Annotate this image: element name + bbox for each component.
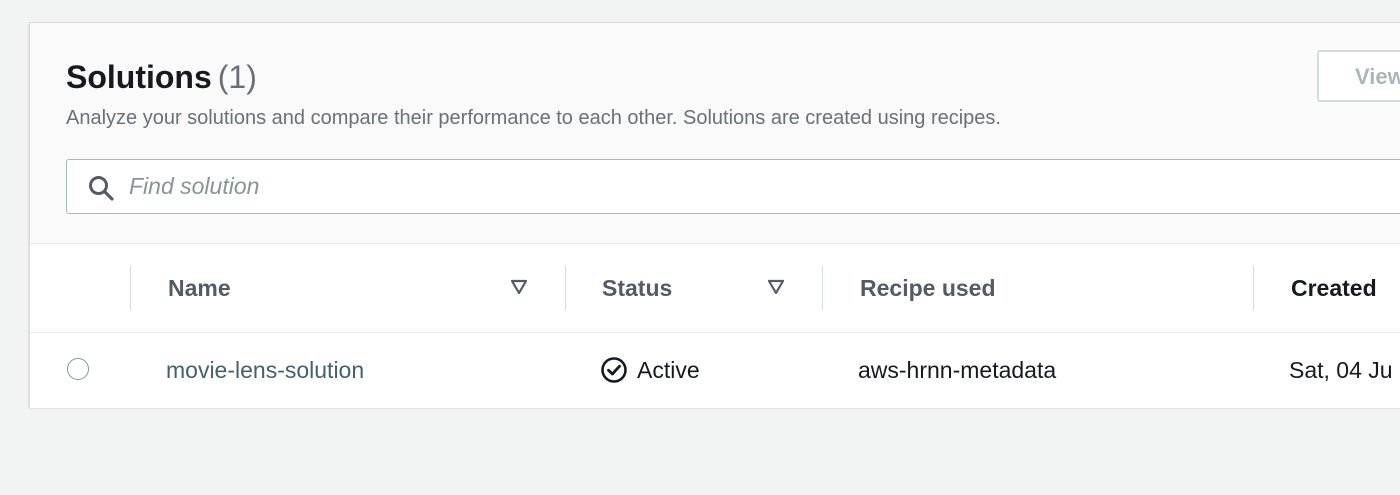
panel-title: Solutions (1) — [66, 59, 257, 96]
column-header-created: Created — [1291, 275, 1377, 301]
panel-description: Analyze your solutions and compare their… — [66, 107, 1001, 129]
table-header-row: Name Status Recipe used Created — [30, 244, 1400, 333]
solution-name-link[interactable]: movie-lens-solution — [166, 333, 364, 408]
sort-triangle-icon[interactable] — [510, 279, 528, 295]
table-row: movie-lens-solution Active aws-hrnn-meta… — [30, 333, 1400, 408]
column-header-recipe: Recipe used — [860, 275, 996, 301]
solution-name-text[interactable]: movie-lens-solution — [166, 357, 364, 383]
view-details-button[interactable]: View — [1317, 50, 1400, 102]
sort-triangle-icon[interactable] — [767, 279, 785, 295]
column-divider — [130, 266, 131, 310]
status-text: Active — [637, 357, 700, 383]
solutions-count: (1) — [217, 59, 257, 95]
recipe-text: aws-hrnn-metadata — [858, 357, 1057, 383]
check-circle-icon — [601, 357, 627, 383]
search-icon — [89, 176, 114, 201]
panel-header: Solutions (1) Analyze your solutions and … — [30, 23, 1400, 244]
column-divider — [565, 266, 566, 310]
title-text: Solutions — [66, 59, 212, 95]
column-divider — [1253, 266, 1254, 310]
search-input[interactable] — [129, 168, 929, 204]
search-box[interactable] — [66, 159, 1400, 214]
created-text: Sat, 04 Ju — [1289, 357, 1393, 383]
row-select-radio[interactable] — [67, 358, 89, 380]
column-header-status[interactable]: Status — [602, 244, 672, 332]
column-divider — [822, 266, 823, 310]
solutions-panel: Solutions (1) Analyze your solutions and … — [29, 22, 1400, 408]
column-header-name[interactable]: Name — [168, 244, 231, 332]
